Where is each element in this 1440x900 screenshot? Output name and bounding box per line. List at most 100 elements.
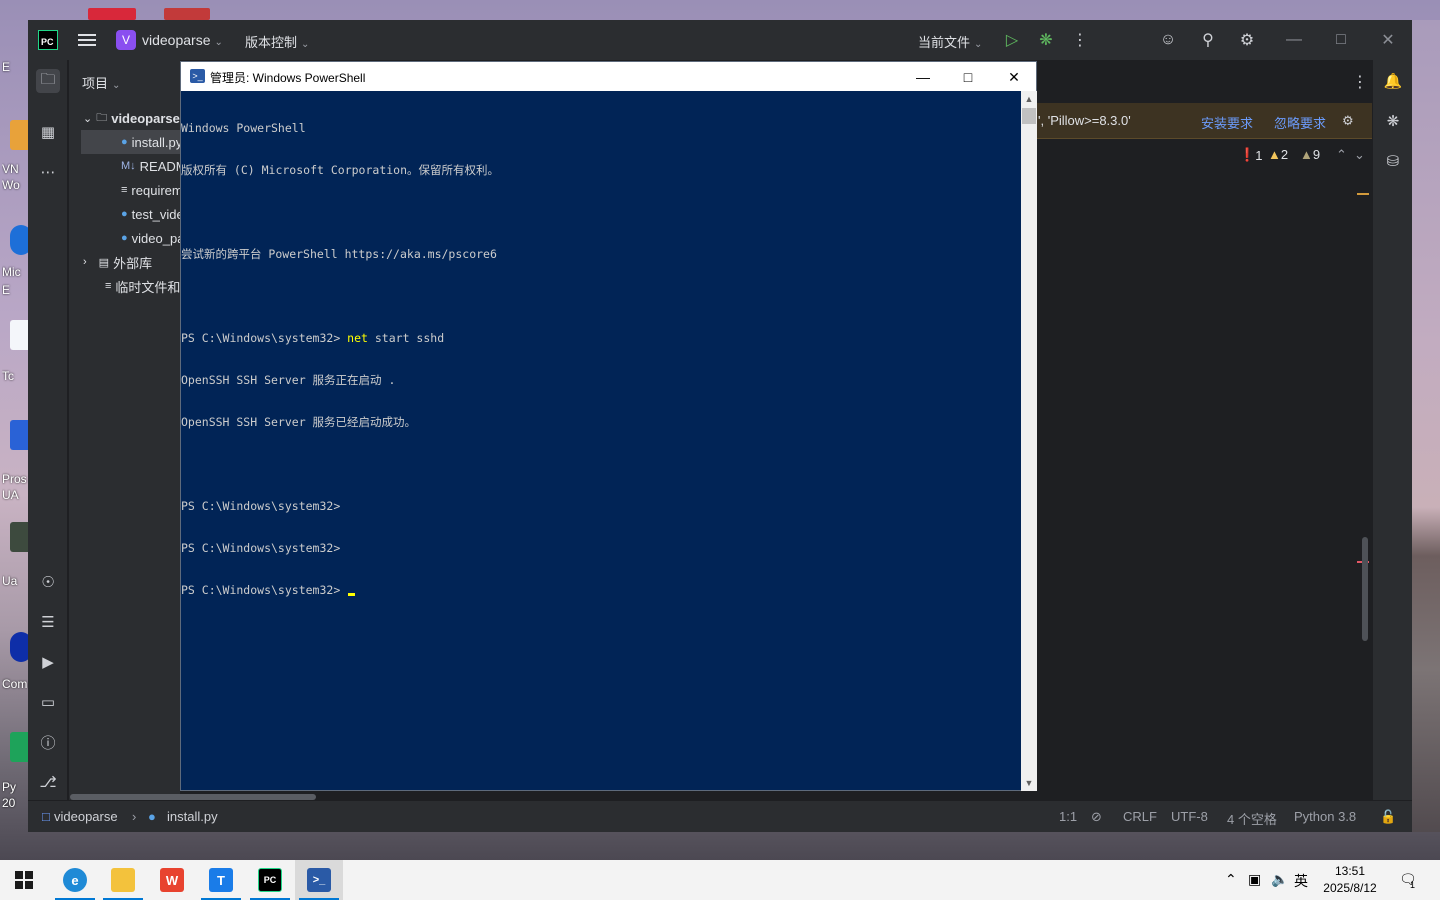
tree-item[interactable]: ⌄ 🗀 videoparse	[69, 106, 180, 130]
tree-item[interactable]: ●test_video.py	[69, 202, 180, 226]
ai-assistant-icon[interactable]: ❋	[1381, 109, 1405, 133]
desktop-app-icon[interactable]	[88, 8, 136, 20]
weak-warning-count-text: 9	[1312, 147, 1321, 162]
main-menu-icon[interactable]	[78, 31, 96, 49]
minimize-icon[interactable]: —	[903, 65, 943, 89]
python-file-icon: ●	[148, 809, 156, 824]
python-file-icon: ●	[121, 208, 128, 220]
project-panel-title[interactable]: 项目 ⌄	[82, 73, 120, 92]
tree-item[interactable]: ≡requirements.txt	[69, 178, 180, 202]
desktop-label: E	[2, 60, 11, 74]
install-requirements-link[interactable]: 安装要求	[1201, 113, 1253, 132]
run-config-selector[interactable]: 当前文件 ⌄	[918, 32, 982, 51]
error-count-text: 1	[1255, 147, 1263, 163]
tree-item[interactable]: ≡临时文件和控制台	[69, 274, 180, 298]
tree-item-label: requirements.txt	[131, 182, 180, 198]
project-folder-icon[interactable]: 🗀	[36, 69, 60, 93]
warning-marker[interactable]	[1357, 193, 1369, 195]
python-file-icon: ●	[121, 136, 128, 148]
maximize-icon[interactable]: □	[1329, 28, 1353, 52]
python-interpreter[interactable]: Python 3.8	[1294, 809, 1356, 824]
structure-icon[interactable]: ▦	[36, 120, 60, 144]
breadcrumb-file[interactable]: install.py	[167, 809, 218, 824]
python-console-icon[interactable]: ☉	[36, 570, 60, 594]
volume-icon[interactable]: 🔈	[1271, 871, 1288, 888]
scroll-down-icon[interactable]: ▼	[1021, 775, 1037, 791]
editor-scrollbar[interactable]	[1362, 537, 1368, 641]
desktop-label: Ua	[2, 574, 18, 588]
tree-item[interactable]: ●video_parse.py	[69, 226, 180, 250]
vcs-status-icon[interactable]: ⊘	[1091, 809, 1102, 825]
clock-time: 13:51	[1334, 864, 1366, 878]
project-selector[interactable]: videoparse ⌄	[142, 32, 223, 48]
database-icon[interactable]: ⛁	[1381, 149, 1405, 173]
taskbar-app-todesk[interactable]: T	[197, 860, 245, 900]
previous-highlight-icon[interactable]: ⌃	[1336, 147, 1347, 163]
network-icon[interactable]: ▣	[1248, 871, 1261, 888]
search-icon[interactable]: ⚲	[1198, 30, 1218, 50]
run-icon[interactable]: ▷	[1002, 30, 1022, 50]
tree-item[interactable]: › ▤ 外部库	[69, 250, 180, 274]
ignore-requirements-link[interactable]: 忽略要求	[1274, 113, 1326, 132]
console-output[interactable]: Windows PowerShell 版权所有 (C) Microsoft Co…	[181, 91, 1021, 791]
breadcrumb-project[interactable]: videoparse	[54, 809, 118, 824]
powershell-titlebar[interactable]: >_ 管理员: Windows PowerShell — □ ✕	[181, 62, 1036, 91]
taskbar-app-powershell[interactable]: >_	[295, 860, 343, 900]
tree-item-label: video_parse.py	[131, 230, 180, 246]
maximize-icon[interactable]: □	[948, 65, 988, 89]
git-icon[interactable]: ⎇	[36, 770, 60, 794]
pycharm-logo-icon[interactable]: PC	[38, 30, 58, 50]
editor-options-icon[interactable]: ⋮	[1350, 72, 1370, 92]
more-actions-icon[interactable]: ⋮	[1070, 30, 1090, 50]
lock-icon[interactable]: 🔓	[1380, 809, 1396, 825]
scroll-thumb[interactable]	[1022, 108, 1036, 124]
console-scrollbar[interactable]: ▲ ▼	[1021, 91, 1037, 791]
start-button[interactable]	[0, 860, 48, 900]
file-encoding[interactable]: UTF-8	[1171, 809, 1208, 824]
error-count[interactable]: ❗ 1	[1239, 147, 1262, 163]
taskbar-app-wps[interactable]: W	[148, 860, 196, 900]
project-badge-icon[interactable]: V	[116, 30, 136, 50]
ime-indicator[interactable]: 英	[1294, 871, 1308, 891]
minimize-icon[interactable]: —	[1282, 28, 1306, 52]
indent-setting[interactable]: 4 个空格	[1227, 809, 1277, 828]
taskbar-app-explorer[interactable]	[99, 860, 147, 900]
more-tools-icon[interactable]: ⋯	[36, 160, 60, 184]
desktop-app-icon[interactable]	[164, 8, 210, 20]
problems-icon[interactable]: ⓘ	[36, 730, 60, 754]
settings-icon[interactable]: ⚙	[1237, 30, 1257, 50]
desktop-label: Tc	[2, 369, 14, 383]
layers-icon[interactable]: ☰	[36, 610, 60, 634]
clock[interactable]: 13:51 2025/8/12	[1314, 863, 1386, 897]
debug-icon[interactable]: ❋	[1036, 30, 1056, 50]
windows-logo-icon	[15, 871, 33, 889]
window-title: 管理员: Windows PowerShell	[210, 71, 366, 85]
line-separator[interactable]: CRLF	[1123, 809, 1157, 824]
weak-warning-count[interactable]: ▲ 9	[1300, 147, 1320, 162]
desktop-label: VN	[2, 162, 19, 176]
breadcrumb-separator-icon: ›	[132, 809, 137, 824]
powershell-icon: >_	[307, 868, 331, 892]
close-icon[interactable]: ✕	[1376, 28, 1400, 52]
tree-item[interactable]: M↓README.md	[69, 154, 180, 178]
scroll-up-icon[interactable]: ▲	[1021, 91, 1037, 107]
add-user-icon[interactable]: ☺	[1158, 30, 1178, 50]
taskbar-app-edge[interactable]: e	[51, 860, 99, 900]
terminal-icon[interactable]: ▭	[36, 690, 60, 714]
warning-count[interactable]: ▲ 2	[1268, 147, 1288, 162]
next-highlight-icon[interactable]: ⌄	[1354, 147, 1365, 163]
notifications-icon[interactable]: 🔔	[1381, 69, 1405, 93]
folder-icon: 🗀	[96, 111, 108, 124]
show-hidden-icons-icon[interactable]: ⌃	[1225, 871, 1237, 888]
vcs-menu[interactable]: 版本控制 ⌄	[245, 32, 309, 51]
close-icon[interactable]: ✕	[994, 65, 1034, 89]
tree-item[interactable]: ● install.py	[81, 130, 180, 154]
settings-icon[interactable]: ⚙	[1342, 113, 1354, 129]
caret-position[interactable]: 1:1	[1059, 809, 1077, 824]
error-icon: ❗	[1239, 147, 1256, 162]
services-icon[interactable]: ▶	[36, 650, 60, 674]
console-input-line[interactable]: PS C:\Windows\system32>	[181, 583, 1021, 597]
taskbar-app-pycharm[interactable]: PC	[246, 860, 294, 900]
left-tool-strip: 🗀 ▦ ⋯ ☉ ☰ ▶ ▭ ⓘ ⎇	[28, 60, 68, 800]
